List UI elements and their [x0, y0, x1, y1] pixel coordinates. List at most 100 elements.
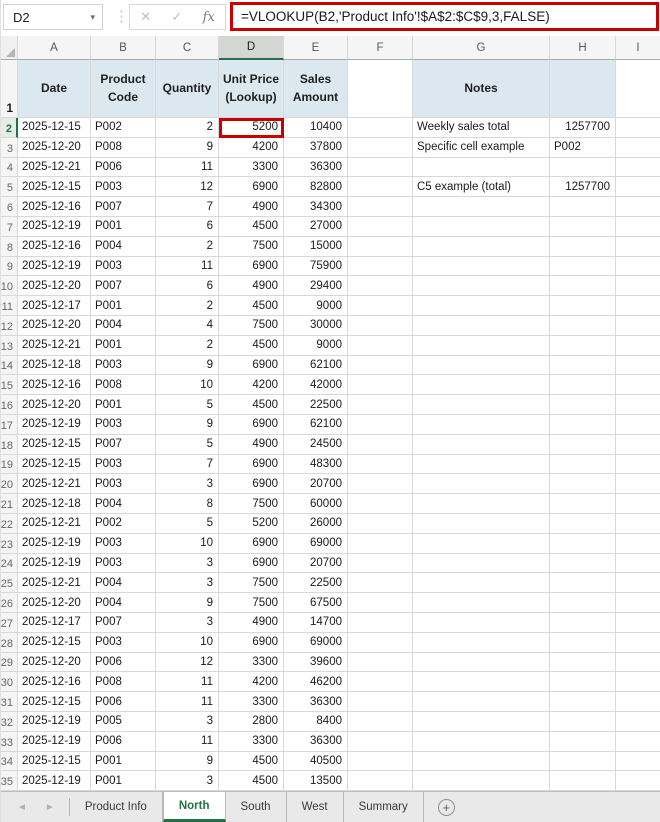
cell-D35[interactable]: 4500	[219, 771, 284, 791]
cell-I9[interactable]	[616, 257, 660, 277]
row-header-10[interactable]: 10	[1, 276, 18, 296]
cell-E32[interactable]: 8400	[284, 712, 348, 732]
cell-D10[interactable]: 4900	[219, 276, 284, 296]
cell-D5[interactable]: 6900	[219, 177, 284, 197]
cell-A12[interactable]: 2025-12-20	[18, 316, 91, 336]
cell-B13[interactable]: P001	[91, 336, 156, 356]
cell-A18[interactable]: 2025-12-15	[18, 435, 91, 455]
cell-C19[interactable]: 7	[156, 455, 219, 475]
cell-G12[interactable]	[413, 316, 550, 336]
cell-E26[interactable]: 67500	[284, 593, 348, 613]
cell-B5[interactable]: P003	[91, 177, 156, 197]
cell-A34[interactable]: 2025-12-15	[18, 752, 91, 772]
cell-E5[interactable]: 82800	[284, 177, 348, 197]
row-header-17[interactable]: 17	[1, 415, 18, 435]
cell-I32[interactable]	[616, 712, 660, 732]
cell-A31[interactable]: 2025-12-15	[18, 692, 91, 712]
cell-A15[interactable]: 2025-12-16	[18, 375, 91, 395]
cell-D16[interactable]: 4500	[219, 395, 284, 415]
row-header-1[interactable]: 1	[1, 60, 18, 118]
cell-I31[interactable]	[616, 692, 660, 712]
cell-B32[interactable]: P005	[91, 712, 156, 732]
cell-F10[interactable]	[348, 276, 413, 296]
cell-H7[interactable]	[550, 217, 616, 237]
cell-E27[interactable]: 14700	[284, 613, 348, 633]
cell-A30[interactable]: 2025-12-16	[18, 672, 91, 692]
cell-C28[interactable]: 10	[156, 633, 219, 653]
cell-B28[interactable]: P003	[91, 633, 156, 653]
cell-E28[interactable]: 69000	[284, 633, 348, 653]
cell-C29[interactable]: 12	[156, 653, 219, 673]
row-header-19[interactable]: 19	[1, 455, 18, 475]
cell-I19[interactable]	[616, 455, 660, 475]
header-cell-G1[interactable]: Notes	[413, 60, 550, 118]
cell-C7[interactable]: 6	[156, 217, 219, 237]
cell-I33[interactable]	[616, 732, 660, 752]
name-box-dropdown-icon[interactable]: ▾	[90, 12, 102, 23]
cell-F16[interactable]	[348, 395, 413, 415]
cell-C31[interactable]: 11	[156, 692, 219, 712]
cell-G33[interactable]	[413, 732, 550, 752]
row-header-15[interactable]: 15	[1, 375, 18, 395]
cell-D21[interactable]: 7500	[219, 494, 284, 514]
row-header-27[interactable]: 27	[1, 613, 18, 633]
cell-B21[interactable]: P004	[91, 494, 156, 514]
row-header-30[interactable]: 30	[1, 672, 18, 692]
column-header-A[interactable]: A	[18, 36, 91, 60]
tab-scroll-left-icon[interactable]: ◄	[17, 802, 27, 813]
cell-B6[interactable]: P007	[91, 197, 156, 217]
cell-F27[interactable]	[348, 613, 413, 633]
cell-A25[interactable]: 2025-12-21	[18, 573, 91, 593]
cell-B19[interactable]: P003	[91, 455, 156, 475]
cell-G2[interactable]: Weekly sales total	[413, 118, 550, 138]
row-header-23[interactable]: 23	[1, 534, 18, 554]
cell-F32[interactable]	[348, 712, 413, 732]
cell-G17[interactable]	[413, 415, 550, 435]
tab-scroll-right-icon[interactable]: ►	[45, 802, 55, 813]
cell-I8[interactable]	[616, 237, 660, 257]
cell-E10[interactable]: 29400	[284, 276, 348, 296]
cell-H30[interactable]	[550, 672, 616, 692]
cell-D17[interactable]: 6900	[219, 415, 284, 435]
cell-B31[interactable]: P006	[91, 692, 156, 712]
cell-I17[interactable]	[616, 415, 660, 435]
row-header-25[interactable]: 25	[1, 573, 18, 593]
cell-H2[interactable]: 1257700	[550, 118, 616, 138]
cell-H5[interactable]: 1257700	[550, 177, 616, 197]
cell-D31[interactable]: 3300	[219, 692, 284, 712]
cell-I25[interactable]	[616, 573, 660, 593]
cell-I23[interactable]	[616, 534, 660, 554]
cell-G32[interactable]	[413, 712, 550, 732]
cell-D28[interactable]: 6900	[219, 633, 284, 653]
cell-F24[interactable]	[348, 554, 413, 574]
cell-D3[interactable]: 4200	[219, 138, 284, 158]
column-header-H[interactable]: H	[550, 36, 616, 60]
cell-D4[interactable]: 3300	[219, 158, 284, 178]
row-header-35[interactable]: 35	[1, 771, 18, 791]
cell-A11[interactable]: 2025-12-17	[18, 296, 91, 316]
cell-E19[interactable]: 48300	[284, 455, 348, 475]
header-cell-H1[interactable]	[550, 60, 616, 118]
cell-I35[interactable]	[616, 771, 660, 791]
cell-C34[interactable]: 9	[156, 752, 219, 772]
cell-F20[interactable]	[348, 474, 413, 494]
tab-south[interactable]: South	[226, 792, 287, 822]
row-header-20[interactable]: 20	[1, 474, 18, 494]
cell-A29[interactable]: 2025-12-20	[18, 653, 91, 673]
cell-E29[interactable]: 39600	[284, 653, 348, 673]
cell-E35[interactable]: 13500	[284, 771, 348, 791]
cell-E7[interactable]: 27000	[284, 217, 348, 237]
cell-I18[interactable]	[616, 435, 660, 455]
cell-B9[interactable]: P003	[91, 257, 156, 277]
cell-E8[interactable]: 15000	[284, 237, 348, 257]
row-header-3[interactable]: 3	[1, 138, 18, 158]
cell-I30[interactable]	[616, 672, 660, 692]
cell-A27[interactable]: 2025-12-17	[18, 613, 91, 633]
cell-G14[interactable]	[413, 356, 550, 376]
cell-A8[interactable]: 2025-12-16	[18, 237, 91, 257]
cell-F12[interactable]	[348, 316, 413, 336]
cell-B17[interactable]: P003	[91, 415, 156, 435]
cell-H15[interactable]	[550, 375, 616, 395]
cell-D18[interactable]: 4900	[219, 435, 284, 455]
cell-D34[interactable]: 4500	[219, 752, 284, 772]
